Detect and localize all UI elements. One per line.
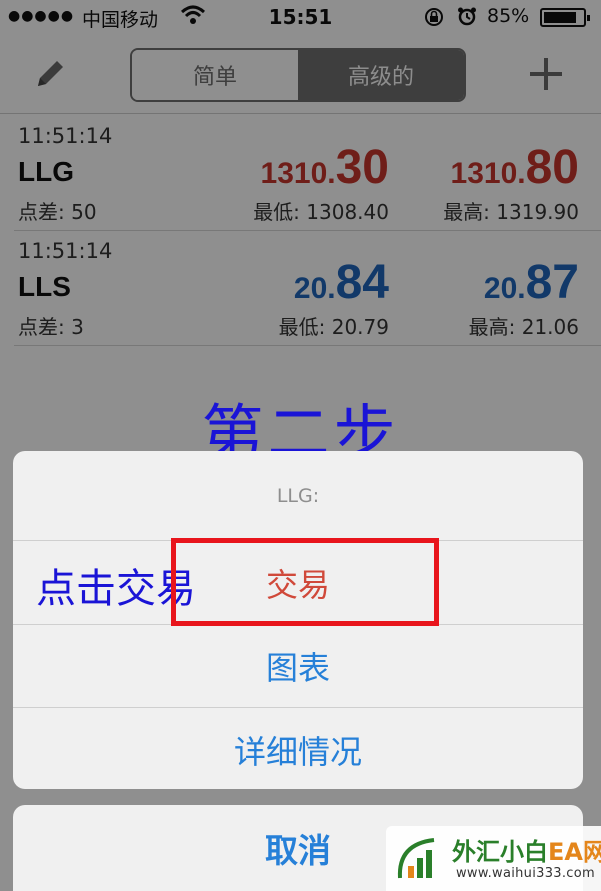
watermark-name-ea: EA网 xyxy=(548,838,601,866)
watermark-url: www.waihui333.com xyxy=(456,866,595,881)
watermark-name: 外汇小白EA网 xyxy=(452,832,601,867)
app-screen: ●●●●● 中国移动 15:51 85% 简单 高级的 11:51:14 LLG… xyxy=(0,0,601,891)
bar-chart-logo-icon xyxy=(397,838,435,879)
watermark-name-cn: 外汇小白 xyxy=(452,838,548,866)
highlight-box xyxy=(171,538,439,626)
chart-button[interactable]: 图表 xyxy=(13,625,583,708)
action-sheet-title: LLG: xyxy=(13,451,583,541)
site-watermark: 外汇小白EA网 www.waihui333.com xyxy=(386,826,601,891)
details-button[interactable]: 详细情况 xyxy=(13,708,583,789)
